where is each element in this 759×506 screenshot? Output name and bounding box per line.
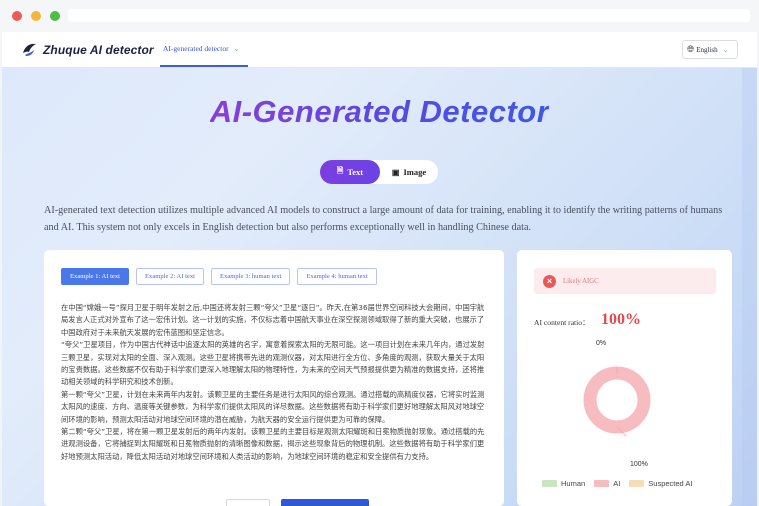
language-selector[interactable]: 🌐︎ English ⌄	[682, 40, 738, 59]
browser-titlebar	[0, 0, 759, 32]
chart-legend: Human AI Suspected AI	[542, 479, 692, 488]
close-circle-icon: ×	[543, 274, 556, 288]
browser-window: Zhuque AI detector AI-generated detector…	[0, 0, 759, 506]
text-fade-overlay	[44, 474, 504, 506]
pie-slice-ai[interactable]	[583, 366, 651, 434]
chevron-down-icon: ⌄	[233, 45, 240, 53]
tab-text[interactable]: 🗎 Text	[320, 160, 380, 184]
tab-text-label: Text	[347, 167, 364, 177]
ratio-value: 100%	[601, 311, 641, 328]
legend-item-ai[interactable]: AI	[594, 479, 620, 488]
example-3-button[interactable]: Example 3: human text	[211, 268, 291, 285]
legend-label: Human	[561, 479, 586, 488]
text-input-area[interactable]: 在中国“嫦娥一号”探月卫星于明年发射之后,中国还将发射三颗“夸父”卫星“逐日”。…	[61, 302, 489, 463]
description: AI-generated text detection utilizes mul…	[44, 205, 723, 233]
legend-item-suspected-ai[interactable]: Suspected AI	[629, 479, 692, 488]
nav-item-label: AI-generated detector	[163, 44, 229, 53]
zhuque-logo-icon	[23, 43, 36, 56]
tab-image[interactable]: ▣ Image	[380, 160, 438, 184]
legend-label: Suspected AI	[648, 479, 693, 488]
example-2-button[interactable]: Example 2: AI text	[136, 268, 204, 285]
text-paragraph: 第二颗“夸父”卫星，将在第一颗卫星发射后的两年内发射。该颗卫星的主要目标是观测太…	[61, 427, 485, 461]
example-4-button[interactable]: Example 4: human text	[297, 268, 377, 285]
pie-label-bottom: 100%	[630, 461, 648, 468]
clear-button[interactable]	[226, 499, 270, 506]
image-icon: ▣	[391, 167, 400, 177]
top-navbar: Zhuque AI detector AI-generated detector…	[2, 32, 757, 68]
nav-active-indicator	[160, 65, 248, 67]
language-label: English	[696, 45, 718, 54]
minimize-window-button[interactable]	[31, 11, 41, 21]
logo-text: Zhuque AI detector	[43, 43, 154, 57]
page-content: Zhuque AI detector AI-generated detector…	[2, 32, 757, 506]
input-card: Example 1: AI text Example 2: AI text Ex…	[44, 250, 504, 506]
legend-swatch-human	[542, 480, 557, 487]
example-1-button[interactable]: Example 1: AI text	[61, 268, 129, 285]
legend-swatch-ai	[594, 480, 610, 487]
address-bar[interactable]	[68, 9, 750, 22]
legend-label: AI	[613, 479, 621, 488]
document-icon: 🗎	[336, 166, 344, 175]
legend-item-human[interactable]: Human	[542, 479, 585, 488]
text-paragraph: 在中国“嫦娥一号”探月卫星于明年发射之后,中国还将发射三颗“夸父”卫星“逐日”。…	[61, 303, 485, 337]
page-title: AI-Generated Detector	[209, 94, 550, 129]
chevron-down-icon: ⌄	[722, 45, 729, 54]
maximize-window-button[interactable]	[50, 11, 60, 21]
text-paragraph: 第一颗“夸父”卫星，计划在未来两年内发射。该颗卫星的主要任务是进行太阳风的综合观…	[61, 389, 485, 424]
verdict-text: Likely AIGC	[563, 277, 599, 285]
close-window-button[interactable]	[12, 11, 22, 21]
pie-label-top: 0%	[596, 340, 607, 347]
example-buttons: Example 1: AI text Example 2: AI text Ex…	[61, 268, 377, 285]
text-paragraph: “夸父”卫星项目，作为中国古代神话中追逐太阳的英雄的名字，寓意着探索太阳的无限可…	[61, 340, 485, 387]
result-card: × Likely AIGC AI content ratio： 100% 0% …	[517, 250, 732, 506]
mode-switch: 🗎 Text ▣ Image	[320, 160, 438, 184]
donut-chart	[583, 366, 651, 437]
nav-ai-generated-detector[interactable]: AI-generated detector ⌄	[163, 44, 239, 53]
logo[interactable]: Zhuque AI detector	[20, 41, 154, 59]
page-side-shade	[742, 68, 757, 506]
verdict-badge: × Likely AIGC	[534, 268, 716, 294]
tab-image-label: Image	[403, 167, 427, 177]
legend-swatch-suspected-ai	[629, 480, 645, 487]
detect-button[interactable]	[281, 499, 369, 506]
ratio-label: AI content ratio：	[534, 318, 590, 327]
globe-icon: 🌐︎	[687, 44, 695, 54]
